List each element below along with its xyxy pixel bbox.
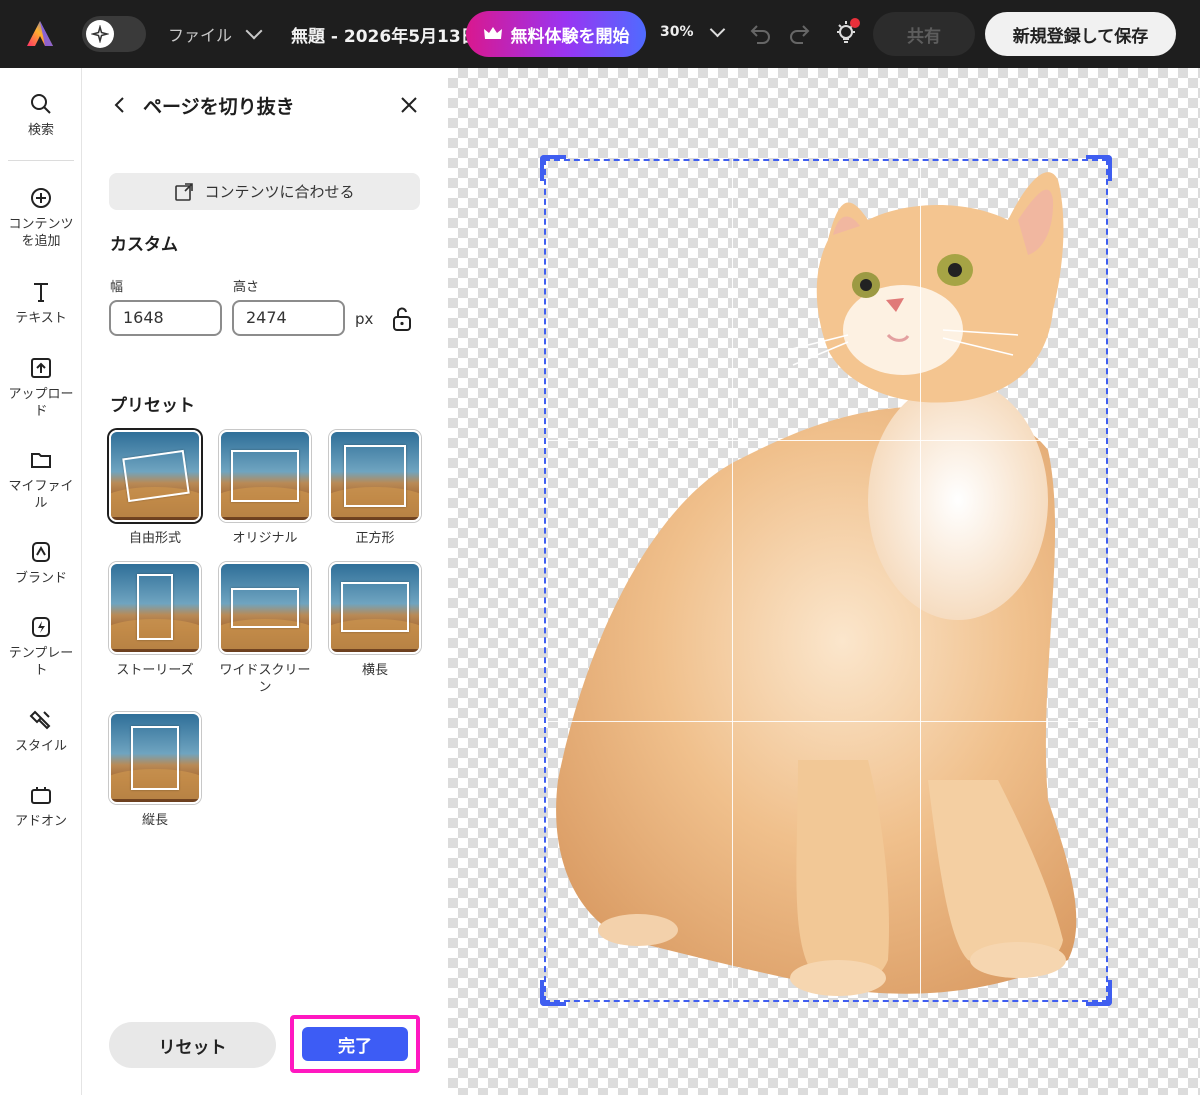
preset-label: オリジナル [232, 531, 298, 546]
rail-item-label: コンテンツを追加 [8, 217, 74, 249]
share-button[interactable]: 共有 [873, 12, 975, 56]
crop-handle-top-right[interactable] [1086, 155, 1112, 181]
rail-item-templates[interactable]: テンプレート [0, 615, 82, 679]
height-label: 高さ [233, 280, 260, 295]
crop-handle-top-left[interactable] [540, 155, 566, 181]
rail-item-styles[interactable]: スタイル [0, 708, 82, 755]
file-menu[interactable]: ファイル [168, 22, 263, 46]
preset-thumbnail [109, 562, 201, 654]
chevron-down-icon [245, 22, 263, 40]
rail-item-label: アップロード [8, 387, 74, 419]
rail-item-upload[interactable]: アップロード [0, 356, 82, 420]
crop-handle-bottom-left[interactable] [540, 980, 566, 1006]
preset-thumbnail [109, 430, 201, 522]
left-rail: 検索 コンテンツを追加 テキスト アップロード マイファイル ブランド テンプレ… [0, 68, 82, 1095]
rail-item-label: ブランド [14, 571, 67, 586]
preset-thumbnail [109, 712, 201, 804]
addon-icon [31, 787, 51, 804]
rail-item-label: テキスト [15, 311, 67, 326]
zoom-level: 30% [660, 24, 694, 40]
magic-toggle[interactable] [82, 16, 146, 52]
brand-icon [32, 542, 50, 562]
preset-label: 縦長 [141, 813, 168, 828]
top-bar: ファイル 無題 - 2026年5月13日 無料体験を開始 30% 共有 新規登録… [0, 0, 1200, 68]
width-label: 幅 [110, 280, 124, 295]
search-icon [31, 94, 51, 114]
rail-item-add-content[interactable]: コンテンツを追加 [0, 186, 82, 250]
fit-to-content-button[interactable]: コンテンツに合わせる [109, 173, 420, 210]
done-button-highlight: 完了 [290, 1015, 420, 1073]
panel-title: ページを切り抜き [143, 96, 295, 118]
signup-save-button[interactable]: 新規登録して保存 [985, 12, 1176, 56]
preset-portrait[interactable]: 縦長 [109, 712, 201, 829]
close-icon[interactable] [399, 95, 419, 115]
rail-item-label: マイファイル [8, 479, 74, 511]
rail-item-label: アドオン [14, 814, 67, 829]
template-icon [32, 617, 50, 637]
height-field[interactable]: 2474 [232, 300, 345, 336]
width-field[interactable]: 1648 [109, 300, 222, 336]
lightbulb-icon[interactable] [833, 16, 863, 48]
preset-landscape[interactable]: 横長 [329, 562, 421, 679]
redo-icon[interactable] [787, 22, 813, 46]
style-icon [29, 710, 51, 730]
fit-to-content-label: コンテンツに合わせる [204, 183, 355, 201]
preset-thumbnail [219, 430, 311, 522]
custom-section-title: カスタム [110, 235, 178, 255]
upload-icon [31, 358, 51, 378]
rail-divider [8, 160, 74, 161]
preset-label: ワイドスクリーン [219, 663, 311, 695]
rail-item-my-files[interactable]: マイファイル [0, 448, 82, 512]
preset-thumbnail [219, 562, 311, 654]
plus-circle-icon [31, 188, 51, 208]
rail-item-brand[interactable]: ブランド [0, 540, 82, 587]
crop-border [544, 159, 1108, 1002]
sparkle-icon [86, 20, 114, 48]
preset-freeform[interactable]: 自由形式 [109, 430, 201, 547]
preset-stories[interactable]: ストーリーズ [109, 562, 201, 679]
unit-label: px [355, 310, 374, 328]
preset-square[interactable]: 正方形 [329, 430, 421, 547]
preset-label: 横長 [361, 663, 388, 678]
rail-item-label: スタイル [14, 739, 67, 754]
rail-item-search[interactable]: 検索 [0, 92, 82, 139]
preset-thumbnail [329, 562, 421, 654]
trial-label: 無料体験を開始 [510, 26, 630, 47]
adobe-express-logo-icon[interactable] [24, 18, 56, 50]
reset-button[interactable]: リセット [109, 1022, 276, 1068]
rail-item-text[interactable]: テキスト [0, 280, 82, 327]
crop-handle-bottom-right[interactable] [1086, 980, 1112, 1006]
presets-section-title: プリセット [110, 396, 195, 416]
chevron-down-icon [709, 21, 725, 38]
unlock-icon[interactable] [391, 306, 413, 332]
start-trial-button[interactable]: 無料体験を開始 [466, 11, 646, 57]
preset-label: 自由形式 [128, 531, 181, 546]
fit-content-icon [175, 182, 194, 201]
crop-frame[interactable] [540, 155, 1112, 1006]
preset-thumbnail [329, 430, 421, 522]
rail-item-label: 検索 [27, 123, 54, 138]
rail-item-label: テンプレート [8, 646, 74, 678]
rail-item-addons[interactable]: アドオン [0, 783, 82, 830]
zoom-dropdown[interactable]: 30% [660, 21, 725, 40]
file-menu-label: ファイル [168, 26, 233, 45]
text-icon [34, 283, 48, 302]
chevron-left-icon[interactable] [112, 96, 128, 114]
crown-icon [483, 27, 502, 39]
preset-widescreen[interactable]: ワイドスクリーン [219, 562, 311, 696]
document-title[interactable]: 無題 - 2026年5月13日 [291, 22, 471, 47]
preset-label: ストーリーズ [116, 663, 194, 678]
preset-original[interactable]: オリジナル [219, 430, 311, 547]
undo-icon[interactable] [747, 22, 773, 46]
preset-label: 正方形 [355, 531, 395, 546]
done-button[interactable]: 完了 [302, 1027, 408, 1061]
folder-icon [31, 453, 51, 468]
